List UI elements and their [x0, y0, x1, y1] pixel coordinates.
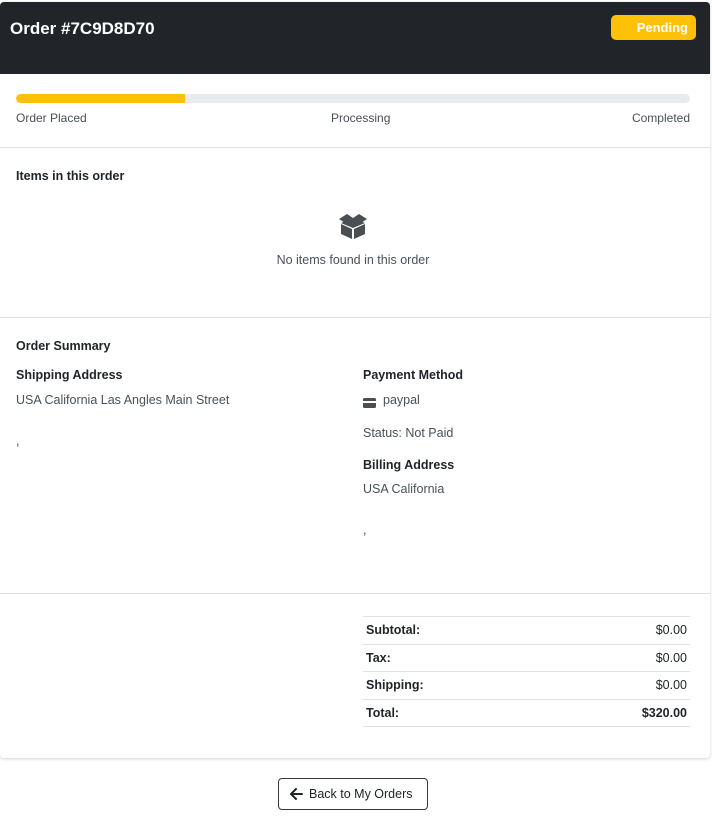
box-open-icon [339, 214, 367, 239]
divider [0, 317, 710, 318]
progress-track [16, 94, 690, 103]
divider [0, 147, 710, 148]
payment-method-heading: Payment Method [363, 368, 464, 382]
divider [0, 593, 710, 594]
order-card: Order #7C9D8D70 Pending Order Placed Pro… [0, 2, 710, 758]
back-button-label: Back to My Orders [309, 787, 413, 801]
order-title: Order #7C9D8D70 [10, 19, 155, 38]
billing-address-heading: Billing Address [363, 458, 455, 472]
arrow-left-icon [290, 788, 303, 800]
billing-address-line1: USA California [363, 482, 445, 496]
order-summary-title: Order Summary [16, 339, 111, 353]
tax-label: Tax: [363, 643, 545, 672]
shipping-value: $0.00 [544, 671, 690, 699]
table-row: Tax: $0.00 [363, 643, 690, 672]
back-to-orders-button[interactable]: Back to My Orders [278, 778, 428, 810]
order-progress: Order Placed Processing Completed [0, 74, 710, 148]
step-completed: Completed [631, 111, 690, 125]
subtotal-value: $0.00 [544, 616, 690, 644]
items-section-title: Items in this order [16, 169, 125, 183]
empty-items-text: No items found in this order [276, 253, 430, 267]
order-header: Order #7C9D8D70 Pending [0, 2, 710, 74]
shipping-address-heading: Shipping Address [16, 368, 123, 382]
credit-card-icon [363, 398, 376, 408]
total-label: Total: [363, 698, 545, 727]
table-row: Shipping: $0.00 [363, 671, 690, 699]
billing-address-line2: , [363, 523, 367, 537]
shipping-label: Shipping: [363, 671, 545, 699]
shipping-address-line2: , [16, 434, 20, 448]
tax-value: $0.00 [544, 643, 690, 672]
payment-status: Status: Not Paid [363, 426, 454, 440]
total-value: $320.00 [544, 698, 690, 727]
subtotal-label: Subtotal: [363, 616, 545, 644]
table-row: Total: $320.00 [363, 698, 690, 727]
step-processing: Processing [331, 111, 391, 125]
step-order-placed: Order Placed [16, 111, 87, 125]
payment-method-value: paypal [383, 393, 420, 407]
shipping-address-line1: USA California Las Angles Main Street [16, 393, 230, 407]
table-row: Subtotal: $0.00 [363, 616, 690, 644]
order-totals-table: Subtotal: $0.00 Tax: $0.00 Shipping: $0.… [363, 616, 690, 727]
status-badge: Pending [611, 15, 696, 40]
progress-fill [16, 94, 185, 103]
